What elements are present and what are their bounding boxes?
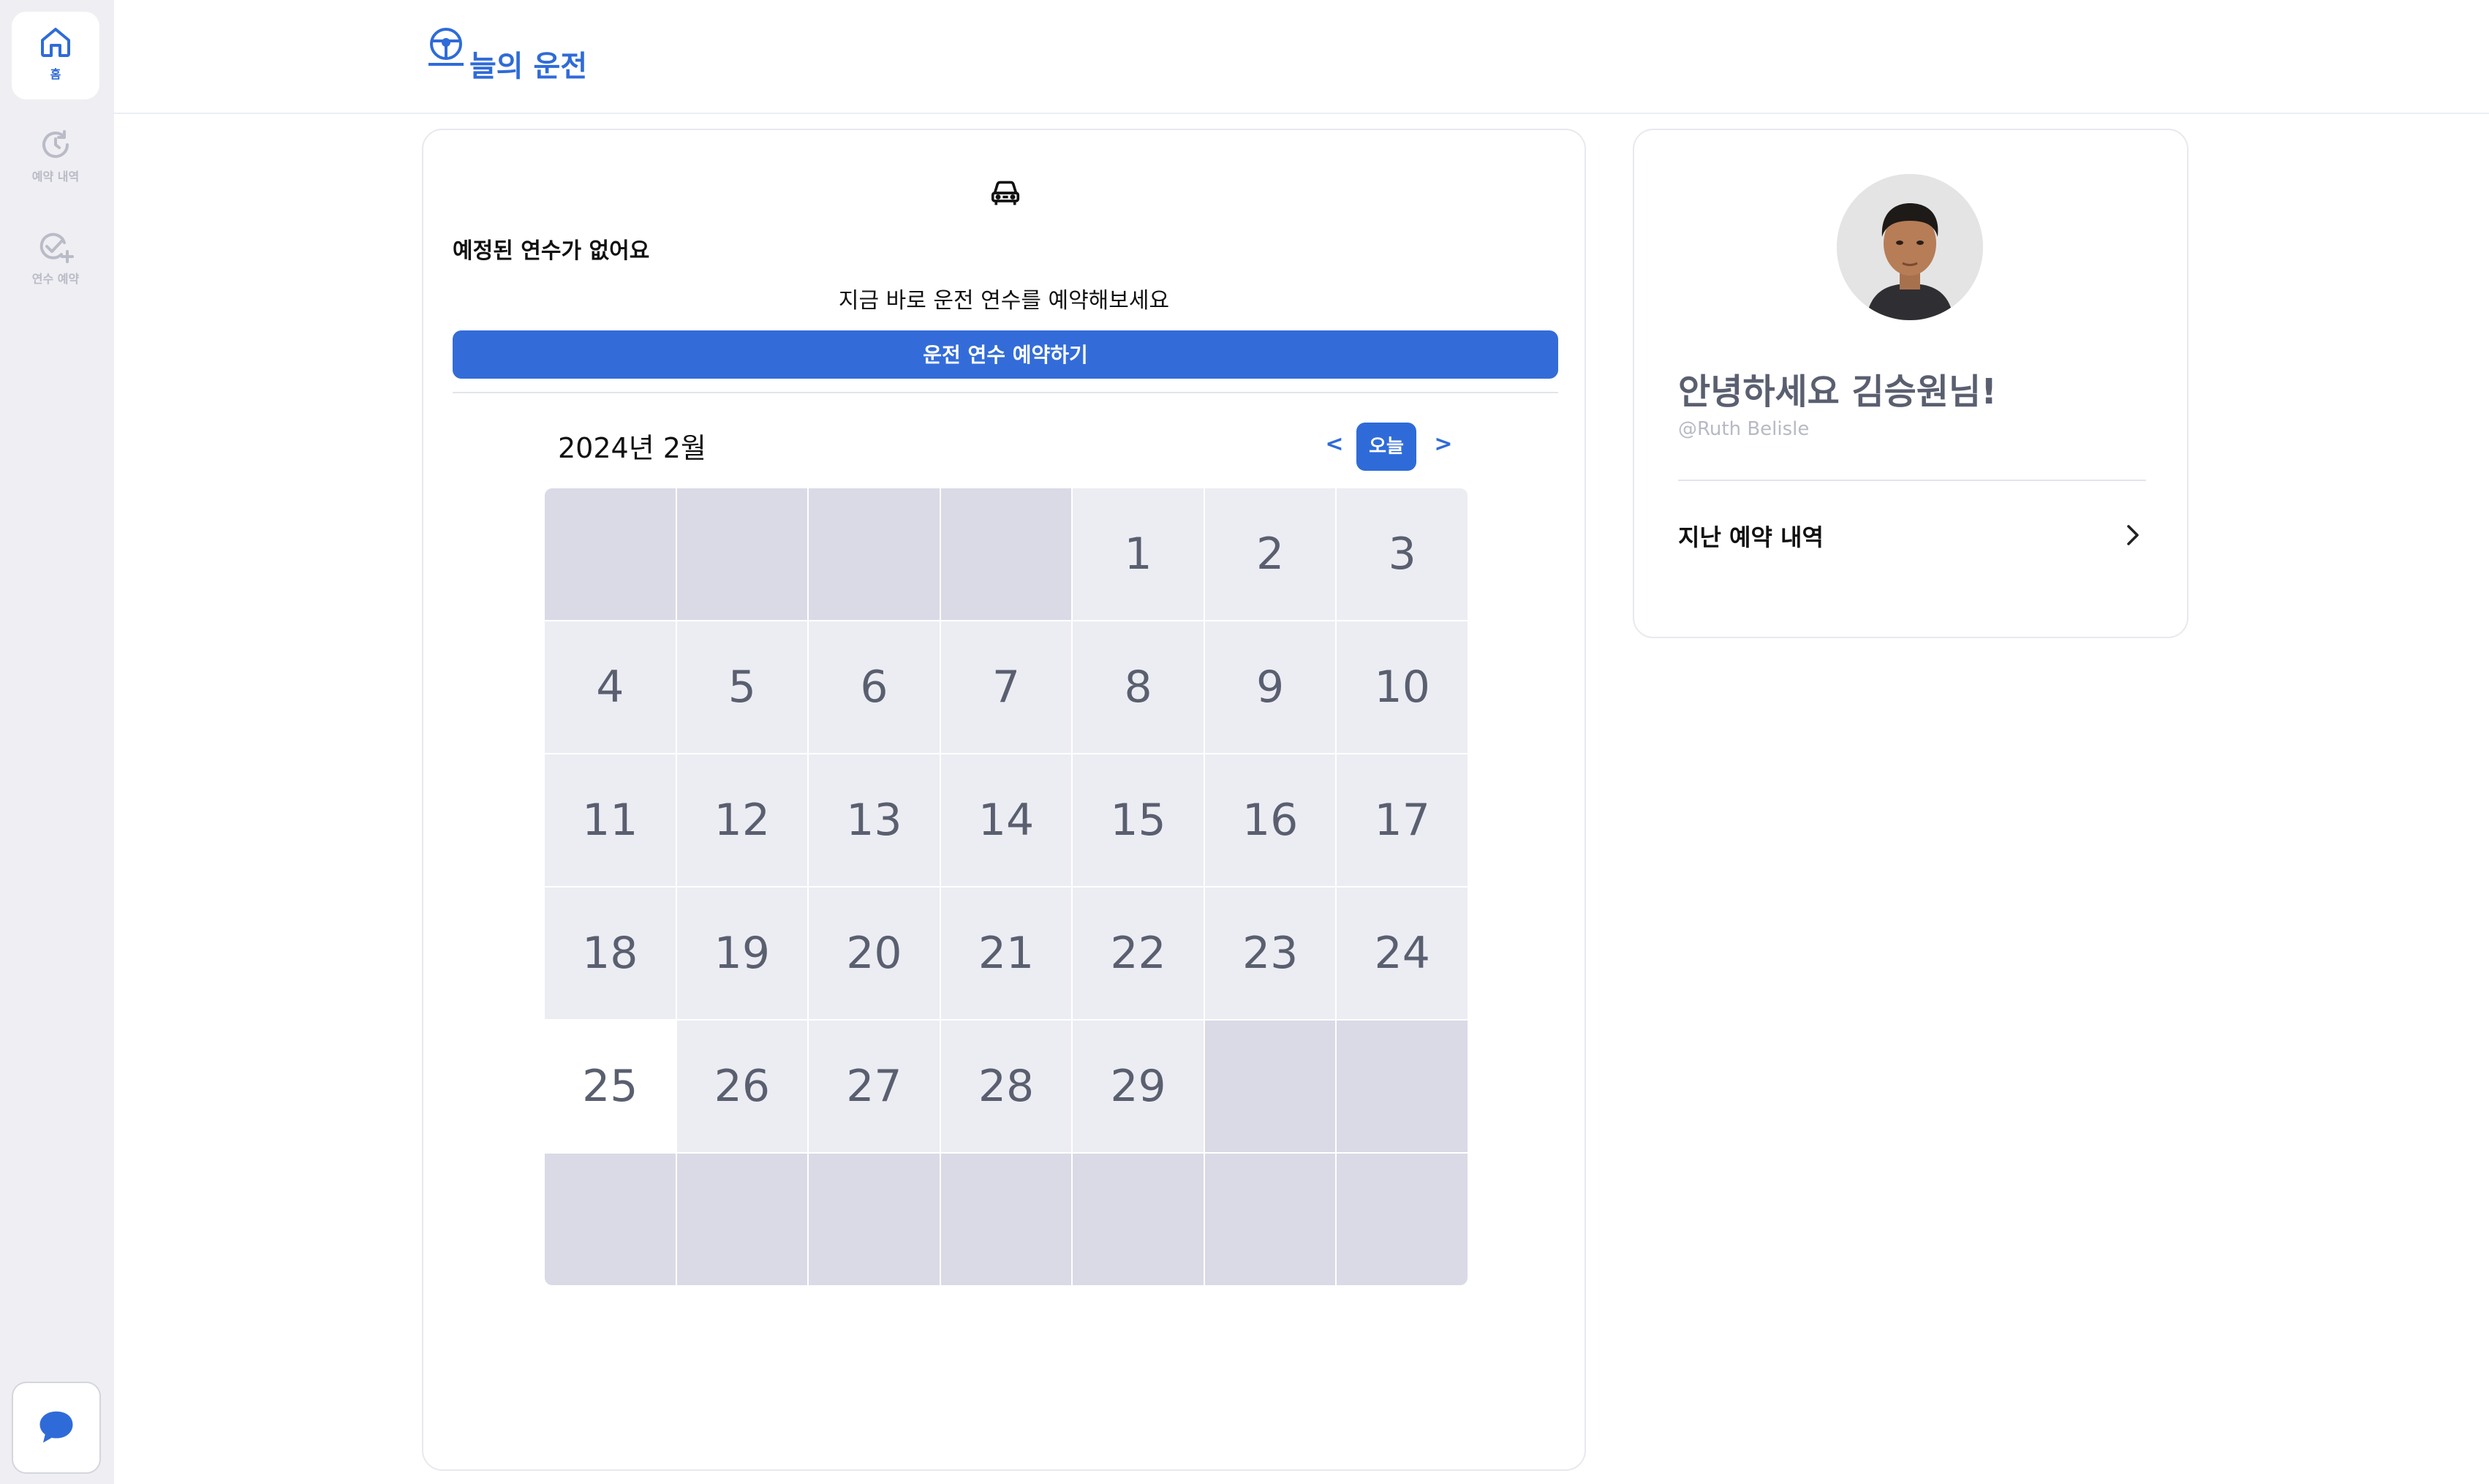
calendar-today-button[interactable]: 오늘 — [1356, 423, 1416, 471]
chat-button[interactable] — [12, 1382, 101, 1474]
sidebar-item-history[interactable]: 예약 내역 — [12, 114, 99, 202]
sidebar-item-label: 예약 내역 — [31, 170, 80, 183]
calendar-day-empty — [1073, 1154, 1204, 1285]
past-reservations-label: 지난 예약 내역 — [1678, 523, 1824, 551]
calendar-day[interactable]: 4 — [545, 621, 676, 753]
calendar-day[interactable]: 18 — [545, 887, 676, 1019]
calendar-day[interactable]: 8 — [1073, 621, 1204, 753]
main-card: 예정된 연수가 없어요 지금 바로 운전 연수를 예약해보세요 운전 연수 예약… — [422, 129, 1586, 1471]
calendar-month-label: 2024년 2월 — [558, 432, 706, 464]
calendar-day-empty — [1204, 1021, 1336, 1152]
calendar-day-empty — [940, 488, 1072, 620]
steering-wheel-icon — [428, 28, 464, 66]
check-add-icon — [39, 232, 74, 263]
calendar-day[interactable]: 26 — [676, 1021, 808, 1152]
calendar-day-empty — [545, 1154, 676, 1285]
calendar-day[interactable]: 6 — [809, 621, 940, 753]
calendar-day-empty — [676, 1154, 808, 1285]
calendar-day[interactable]: 16 — [1204, 754, 1336, 886]
reserve-lesson-button[interactable]: 운전 연수 예약하기 — [453, 330, 1558, 379]
divider — [453, 392, 1558, 393]
calendar-day[interactable]: 29 — [1073, 1021, 1204, 1152]
calendar-day[interactable]: 24 — [1337, 887, 1468, 1019]
calendar-day[interactable]: 23 — [1204, 887, 1336, 1019]
calendar-day-empty — [1337, 1021, 1468, 1152]
avatar-image — [1837, 174, 1983, 320]
calendar-day[interactable]: 22 — [1073, 887, 1204, 1019]
calendar-grid: 1 2 3 4 5 6 7 8 9 10 11 12 13 14 15 16 17 18 19 20 21 22 23 24 2… — [545, 488, 1468, 1285]
logo-text: 늘의 운전 — [469, 50, 588, 83]
cta-subtitle: 지금 바로 운전 연수를 예약해보세요 — [838, 288, 1170, 314]
calendar-day[interactable]: 15 — [1073, 754, 1204, 886]
top-header: 늘의 운전 — [114, 0, 2489, 114]
user-handle: @Ruth Belisle — [1678, 418, 1810, 440]
sidebar: 홈 예약 내역 연수 예약 — [0, 0, 114, 1484]
greeting-text: 안녕하세요 김승원님! — [1678, 371, 1998, 412]
calendar-day[interactable]: 25 — [545, 1021, 676, 1152]
calendar-day-empty — [940, 1154, 1072, 1285]
sidebar-item-label: 홈 — [50, 67, 61, 81]
history-icon — [42, 130, 69, 158]
calendar-day-empty — [545, 488, 676, 620]
divider — [1678, 480, 2146, 481]
calendar-day-empty — [809, 488, 940, 620]
calendar-day[interactable]: 11 — [545, 754, 676, 886]
calendar-day-empty — [1337, 1154, 1468, 1285]
calendar-day[interactable]: 27 — [809, 1021, 940, 1152]
calendar-day-empty — [676, 488, 808, 620]
home-icon — [41, 28, 70, 57]
calendar-day[interactable]: 12 — [676, 754, 808, 886]
calendar-prev-button[interactable]: < — [1323, 431, 1345, 457]
calendar-day[interactable]: 28 — [940, 1021, 1072, 1152]
calendar-day-empty — [809, 1154, 940, 1285]
calendar-day-empty — [1204, 1154, 1336, 1285]
calendar-day[interactable]: 10 — [1337, 621, 1468, 753]
calendar-day[interactable]: 3 — [1337, 488, 1468, 620]
calendar-day[interactable]: 5 — [676, 621, 808, 753]
chevron-right-icon — [2127, 525, 2139, 545]
calendar-day[interactable]: 13 — [809, 754, 940, 886]
sidebar-item-label: 연수 예약 — [31, 272, 80, 286]
sidebar-item-home[interactable]: 홈 — [12, 12, 99, 99]
calendar-day[interactable]: 20 — [809, 887, 940, 1019]
calendar-day[interactable]: 2 — [1204, 488, 1336, 620]
calendar-day[interactable]: 7 — [940, 621, 1072, 753]
avatar — [1837, 174, 1983, 320]
empty-state-title: 예정된 연수가 없어요 — [453, 238, 650, 264]
calendar-day[interactable]: 21 — [940, 887, 1072, 1019]
calendar-day[interactable]: 1 — [1073, 488, 1204, 620]
past-reservations-link[interactable]: 지난 예약 내역 — [1678, 509, 2146, 560]
sidebar-item-reserve[interactable]: 연수 예약 — [12, 216, 99, 304]
calendar-day[interactable]: 19 — [676, 887, 808, 1019]
car-icon — [991, 181, 1020, 205]
chat-icon — [39, 1411, 73, 1443]
profile-card: 안녕하세요 김승원님! @Ruth Belisle 지난 예약 내역 — [1633, 129, 2188, 638]
calendar-day[interactable]: 14 — [940, 754, 1072, 886]
calendar-next-button[interactable]: > — [1432, 431, 1454, 457]
calendar-day[interactable]: 17 — [1337, 754, 1468, 886]
calendar-day[interactable]: 9 — [1204, 621, 1336, 753]
